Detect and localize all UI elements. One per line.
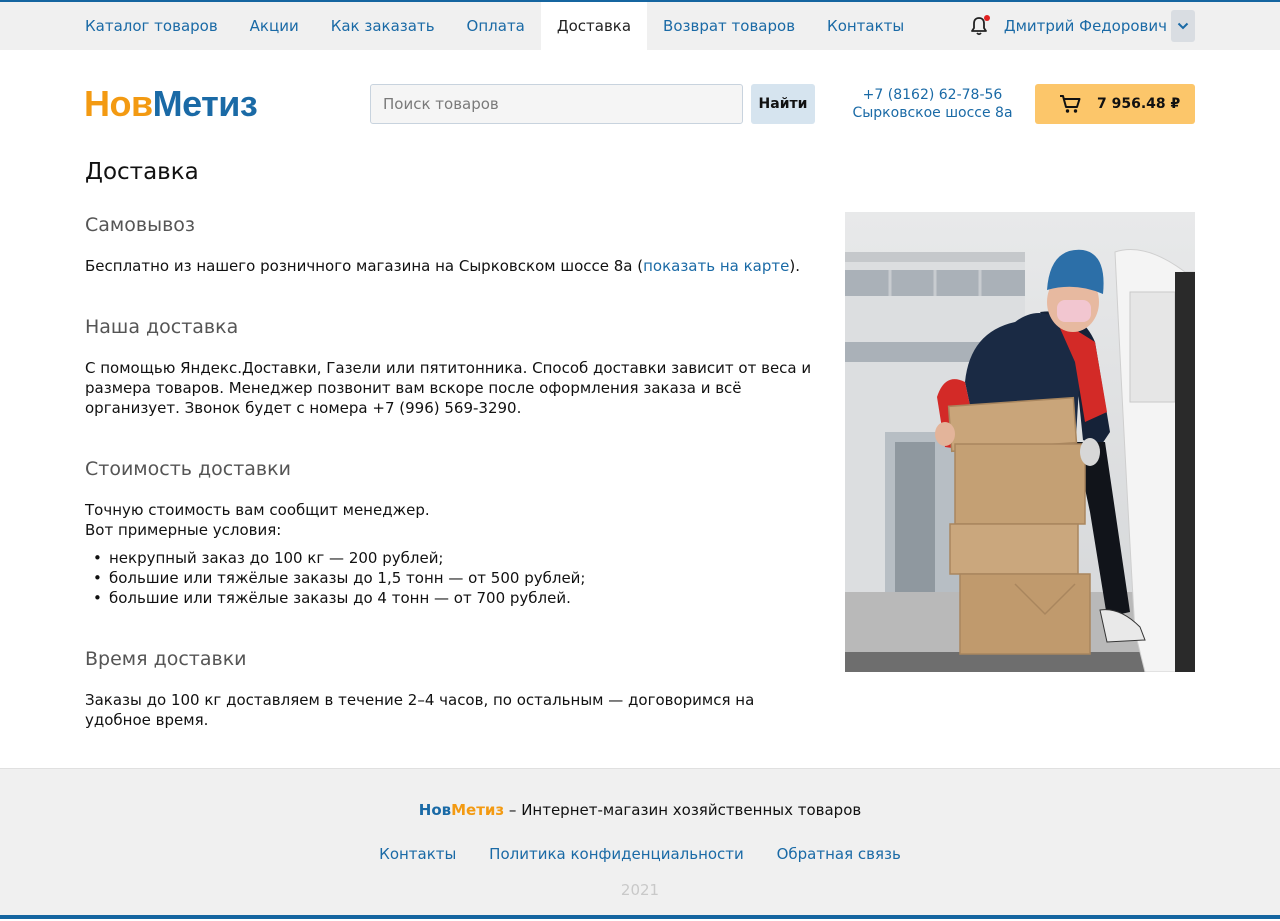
- search-input[interactable]: [370, 84, 743, 124]
- search-button[interactable]: Найти: [751, 84, 815, 124]
- courier-photo: [845, 212, 1195, 672]
- nav-item-contacts[interactable]: Контакты: [811, 2, 920, 50]
- header-phone-link[interactable]: +7 (8162) 62-78-56: [845, 86, 1020, 104]
- top-navigation-bar: Каталог товаров Акции Как заказать Оплат…: [0, 2, 1280, 50]
- logo-part-2: Метиз: [152, 83, 258, 124]
- cost-list: некрупный заказ до 100 кг — 200 рублей; …: [85, 548, 815, 608]
- footer-brand-part-1: Нов: [418, 801, 452, 819]
- site-header: НовМетиз Найти +7 (8162) 62-78-56 Сырков…: [0, 52, 1280, 156]
- section-our-delivery: Наша доставка С помощью Яндекс.Доставки,…: [85, 314, 815, 418]
- page-title: Доставка: [85, 159, 199, 185]
- footer-brand-part-2: Метиз: [451, 801, 505, 819]
- delivery-content: Самовывоз Бесплатно из нашего розничного…: [85, 212, 815, 768]
- logo-part-1: Нов: [84, 83, 153, 124]
- user-area: Дмитрий Федорович: [968, 10, 1195, 42]
- list-item: некрупный заказ до 100 кг — 200 рублей;: [85, 548, 815, 568]
- user-menu-chevron-down-icon[interactable]: [1171, 10, 1195, 42]
- pickup-text-end: ).: [789, 257, 800, 275]
- nav-item-payment[interactable]: Оплата: [451, 2, 541, 50]
- show-on-map-link[interactable]: показать на карте: [643, 257, 789, 275]
- main-menu: Каталог товаров Акции Как заказать Оплат…: [69, 2, 920, 50]
- nav-item-delivery[interactable]: Доставка: [540, 2, 648, 50]
- pickup-text-start: Бесплатно из нашего розничного магазина …: [85, 257, 644, 275]
- site-footer: НовМетиз – Интернет-магазин хозяйственны…: [0, 768, 1280, 919]
- list-item: большие или тяжёлые заказы до 1,5 тонн —…: [85, 568, 815, 588]
- section-pickup: Самовывоз Бесплатно из нашего розничного…: [85, 212, 815, 276]
- time-text: Заказы до 100 кг доставляем в течение 2–…: [85, 691, 755, 729]
- nav-item-how-to-order[interactable]: Как заказать: [315, 2, 451, 50]
- notification-dot: [983, 15, 990, 21]
- section-heading: Наша доставка: [85, 316, 239, 338]
- section-heading: Время доставки: [85, 648, 247, 670]
- footer-tagline: НовМетиз – Интернет-магазин хозяйственны…: [0, 801, 1280, 819]
- notifications-bell-icon[interactable]: [968, 15, 990, 37]
- footer-bottom-stripe: [0, 915, 1280, 919]
- section-delivery-cost: Стоимость доставки Точную стоимость вам …: [85, 456, 815, 608]
- section-delivery-time: Время доставки Заказы до 100 кг доставля…: [85, 646, 815, 730]
- site-logo[interactable]: НовМетиз: [84, 83, 258, 124]
- pickup-text: Бесплатно из нашего розничного магазина …: [85, 256, 815, 276]
- our-delivery-text: С помощью Яндекс.Доставки, Газели или пя…: [85, 359, 812, 417]
- cart-icon: [1060, 95, 1081, 113]
- user-name-link[interactable]: Дмитрий Федорович: [1004, 17, 1167, 35]
- cart-total: 7 956.48 ₽: [1097, 96, 1181, 112]
- footer-tagline-text: – Интернет-магазин хозяйственных товаров: [504, 801, 862, 819]
- footer-link-feedback[interactable]: Обратная связь: [777, 845, 901, 863]
- list-item: большие или тяжёлые заказы до 4 тонн — о…: [85, 588, 815, 608]
- footer-link-privacy-policy[interactable]: Политика конфиденциальности: [489, 845, 744, 863]
- cart-button[interactable]: 7 956.48 ₽: [1035, 84, 1195, 124]
- footer-link-contacts[interactable]: Контакты: [379, 845, 456, 863]
- nav-item-catalog[interactable]: Каталог товаров: [69, 2, 234, 50]
- cost-line-2: Вот примерные условия:: [85, 521, 282, 539]
- section-heading: Самовывоз: [85, 214, 195, 236]
- section-heading: Стоимость доставки: [85, 458, 291, 480]
- header-contacts: +7 (8162) 62-78-56 Сырковское шоссе 8а: [845, 86, 1020, 122]
- footer-year: 2021: [620, 881, 660, 899]
- nav-item-returns[interactable]: Возврат товаров: [647, 2, 811, 50]
- footer-links: Контакты Политика конфиденциальности Обр…: [0, 845, 1280, 863]
- nav-item-promotions[interactable]: Акции: [234, 2, 315, 50]
- header-address-link[interactable]: Сырковское шоссе 8а: [845, 104, 1020, 122]
- cost-line-1: Точную стоимость вам сообщит менеджер.: [85, 501, 430, 519]
